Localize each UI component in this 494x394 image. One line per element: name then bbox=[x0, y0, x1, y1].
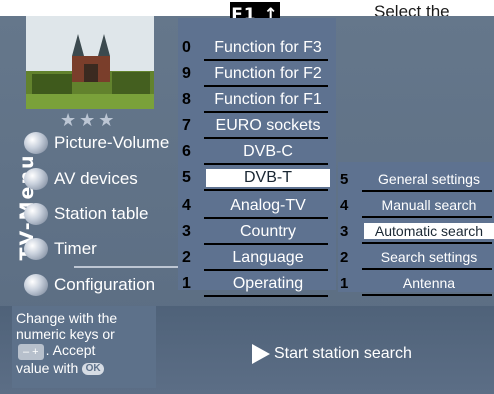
menu-ball-icon bbox=[24, 168, 48, 190]
menu-ball-icon bbox=[24, 238, 48, 260]
help-value-text: value with bbox=[16, 360, 79, 376]
submenu-item-country[interactable]: 3 Country bbox=[182, 219, 330, 245]
menu-item-label: Timer bbox=[54, 239, 97, 258]
menu-item-configuration[interactable]: Configuration bbox=[24, 266, 200, 298]
menu-item-label: AV devices bbox=[54, 169, 138, 188]
option-automatic-search[interactable]: 3 Automatic search bbox=[340, 218, 494, 244]
divider bbox=[204, 189, 328, 191]
plus-minus-key-icon: – + bbox=[18, 344, 44, 360]
help-line-2: numeric keys or bbox=[16, 326, 115, 342]
item-label: Operating bbox=[232, 275, 304, 292]
ok-key-icon: OK bbox=[82, 363, 105, 376]
divider bbox=[362, 294, 492, 296]
help-line-1: Change with the bbox=[16, 310, 118, 326]
submenu-item-dvb-c[interactable]: 6 DVB-C bbox=[182, 139, 330, 165]
item-label: DVB-T bbox=[206, 169, 330, 187]
castle-image bbox=[26, 16, 154, 109]
item-number: 1 bbox=[340, 274, 349, 292]
item-label: DVB-C bbox=[243, 143, 293, 160]
item-number: 3 bbox=[340, 222, 349, 240]
start-station-search-action[interactable]: Start station search bbox=[252, 344, 412, 364]
item-number: 0 bbox=[182, 39, 191, 56]
menu-item-label: Station table bbox=[54, 204, 149, 223]
submenu-item-euro-sockets[interactable]: 7 EURO sockets bbox=[182, 113, 330, 139]
start-search-label: Start station search bbox=[274, 345, 412, 362]
item-label: Language bbox=[232, 249, 304, 266]
menu-item-picture-volume[interactable]: Picture-Volume bbox=[24, 130, 184, 156]
item-label: General settings bbox=[378, 171, 480, 187]
help-line-3: – +. Accept bbox=[16, 342, 152, 360]
play-triangle-icon bbox=[252, 344, 270, 364]
submenu-item-function-f1[interactable]: 8 Function for F1 bbox=[182, 87, 330, 113]
menu-item-label: Picture-Volume bbox=[54, 133, 170, 152]
submenu-item-language[interactable]: 2 Language bbox=[182, 245, 330, 271]
item-label: Antenna bbox=[402, 275, 456, 291]
option-general-settings[interactable]: 5 General settings bbox=[340, 166, 494, 192]
help-accept-text: . Accept bbox=[45, 342, 96, 358]
menu-item-timer[interactable]: Timer bbox=[24, 236, 184, 262]
submenu-item-function-f3[interactable]: 0 Function for F3 bbox=[182, 35, 330, 61]
submenu-item-operating[interactable]: 1 Operating bbox=[182, 271, 330, 297]
item-label: Country bbox=[239, 223, 297, 240]
rating-stars: ★★★ bbox=[60, 110, 118, 130]
item-number: 3 bbox=[182, 223, 191, 240]
item-number: 9 bbox=[182, 65, 191, 82]
item-number: 1 bbox=[182, 275, 191, 292]
item-label: Function for F3 bbox=[214, 39, 322, 56]
item-number: 7 bbox=[182, 117, 191, 134]
menu-item-label: Configuration bbox=[54, 275, 156, 294]
option-search-settings[interactable]: 2 Search settings bbox=[340, 244, 494, 270]
help-line-4: value with OK bbox=[16, 360, 152, 376]
instruction-text: Select the bbox=[374, 2, 450, 16]
help-box: Change with the numeric keys or – +. Acc… bbox=[12, 306, 156, 388]
submenu-item-dvb-t[interactable]: 5 DVB-T bbox=[182, 165, 330, 191]
menu-item-station-table[interactable]: Station table bbox=[24, 201, 184, 227]
preview-picture bbox=[26, 16, 154, 109]
item-number: 6 bbox=[182, 143, 191, 160]
menu-ball-icon bbox=[24, 203, 48, 225]
divider bbox=[204, 295, 328, 297]
item-label: Function for F2 bbox=[214, 65, 322, 82]
item-label: Manuall search bbox=[381, 197, 477, 213]
item-number: 2 bbox=[340, 248, 349, 266]
menu-ball-icon bbox=[24, 274, 48, 296]
menu-item-av-devices[interactable]: AV devices bbox=[24, 166, 184, 192]
item-label: Function for F1 bbox=[214, 91, 322, 108]
item-number: 8 bbox=[182, 91, 191, 108]
submenu-item-analog-tv[interactable]: 4 Analog-TV bbox=[182, 193, 330, 219]
item-label: Search settings bbox=[380, 249, 478, 265]
item-label: Automatic search bbox=[364, 223, 494, 239]
instruction-header: Select the bbox=[374, 0, 494, 16]
option-manual-search[interactable]: 4 Manuall search bbox=[340, 192, 494, 218]
menu-ball-icon bbox=[24, 132, 48, 154]
item-label: Analog-TV bbox=[230, 197, 306, 214]
item-label: EURO sockets bbox=[215, 117, 321, 134]
option-antenna[interactable]: 1 Antenna bbox=[340, 270, 494, 296]
item-number: 4 bbox=[340, 196, 349, 214]
submenu-item-function-f2[interactable]: 9 Function for F2 bbox=[182, 61, 330, 87]
item-number: 4 bbox=[182, 197, 191, 214]
item-number: 5 bbox=[182, 169, 191, 186]
item-number: 2 bbox=[182, 249, 191, 266]
item-number: 5 bbox=[340, 170, 349, 188]
